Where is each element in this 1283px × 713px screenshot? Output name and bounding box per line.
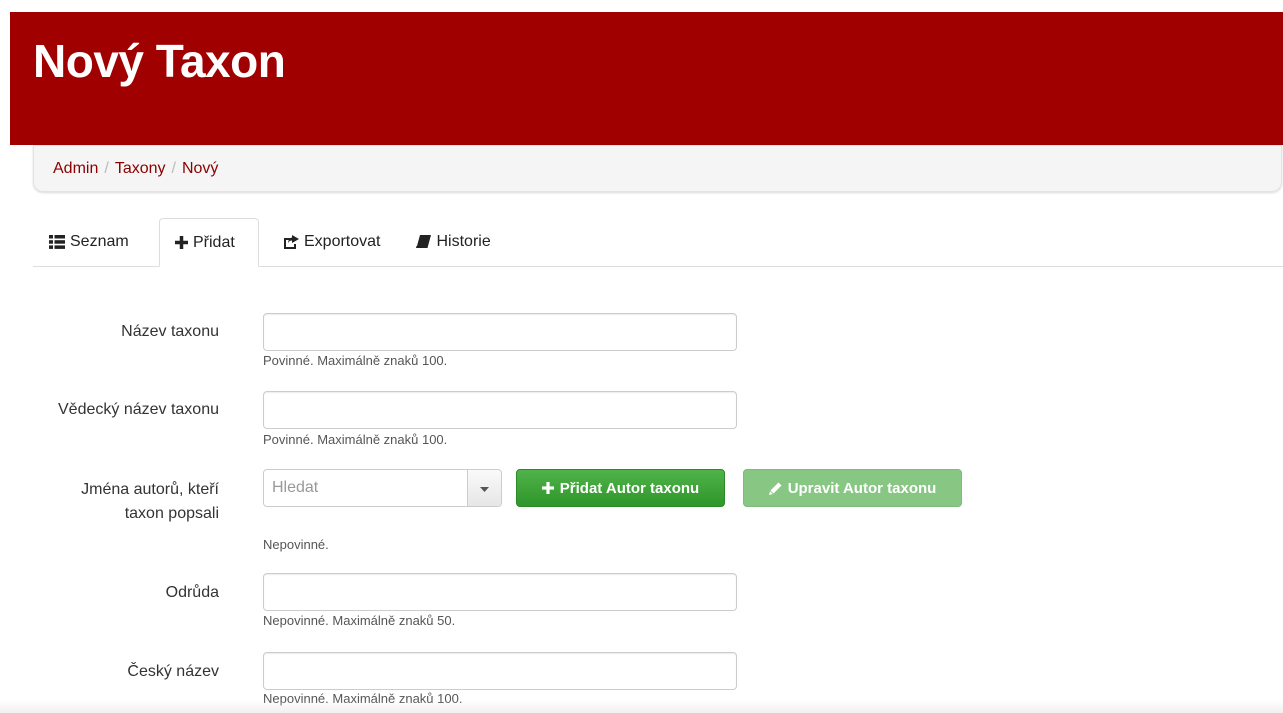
variety-label: Odrůda	[165, 584, 219, 601]
page-header: Nový Taxon	[10, 12, 1283, 145]
pencil-icon	[768, 482, 782, 495]
tab-historie[interactable]: Historie	[400, 218, 506, 266]
authors-label: Jména autorů, kteří taxon popsali	[81, 478, 219, 526]
tab-label: Seznam	[70, 233, 129, 250]
name-help: Povinné. Maximálně znaků 100.	[263, 353, 448, 368]
name-input[interactable]	[263, 313, 737, 351]
tab-exportovat[interactable]: Exportovat	[263, 218, 396, 266]
breadcrumb: Admin / Taxony / Nový	[33, 145, 1282, 192]
tab-label: Historie	[436, 233, 491, 250]
page: Nový Taxon Admin / Taxony / Nový Seznam	[0, 0, 1283, 713]
authors-label-line2: taxon popsali	[124, 505, 219, 522]
tab-pridat[interactable]: Přidat	[159, 218, 259, 267]
scientific-name-input[interactable]	[263, 391, 737, 429]
tab-seznam[interactable]: Seznam	[33, 218, 154, 266]
czech-name-label: Český název	[127, 663, 219, 680]
edit-author-button-label: Upravit Autor taxonu	[787, 479, 937, 497]
breadcrumb-admin[interactable]: Admin	[53, 160, 98, 178]
breadcrumb-taxony[interactable]: Taxony	[115, 160, 166, 178]
dropdown-arrow[interactable]	[467, 470, 501, 506]
variety-help: Nepovinné. Maximálně znaků 50.	[263, 613, 456, 628]
list-icon	[49, 235, 65, 249]
add-author-button[interactable]: Přidat Autor taxonu	[516, 469, 725, 507]
edit-author-button[interactable]: Upravit Autor taxonu	[743, 469, 962, 507]
authors-label-line1: Jména autorů, kteří	[81, 481, 219, 498]
tab-bar: Seznam Přidat Exportovat Historie	[33, 218, 1283, 267]
breadcrumb-separator: /	[104, 159, 109, 177]
bottom-shade	[0, 700, 1283, 713]
caret-down-icon	[480, 479, 489, 497]
plus-icon	[541, 482, 554, 494]
name-label: Název taxonu	[121, 323, 219, 340]
variety-input[interactable]	[263, 573, 737, 611]
book-icon	[416, 235, 432, 249]
breadcrumb-separator: /	[171, 159, 176, 177]
share-icon	[283, 235, 299, 249]
tab-label: Exportovat	[304, 233, 381, 250]
authors-help: Nepovinné.	[263, 537, 329, 552]
add-author-button-label: Přidat Autor taxonu	[559, 479, 700, 497]
page-title: Nový Taxon	[33, 35, 286, 87]
scientific-name-help: Povinné. Maximálně znaků 100.	[263, 432, 448, 447]
authors-select-placeholder: Hledat	[272, 479, 319, 496]
breadcrumb-novy[interactable]: Nový	[182, 160, 218, 178]
tab-label: Přidat	[193, 233, 235, 251]
authors-select[interactable]: Hledat	[263, 469, 502, 507]
plus-icon	[175, 236, 188, 249]
scientific-name-label: Vědecký název taxonu	[58, 401, 219, 418]
czech-name-input[interactable]	[263, 652, 737, 690]
